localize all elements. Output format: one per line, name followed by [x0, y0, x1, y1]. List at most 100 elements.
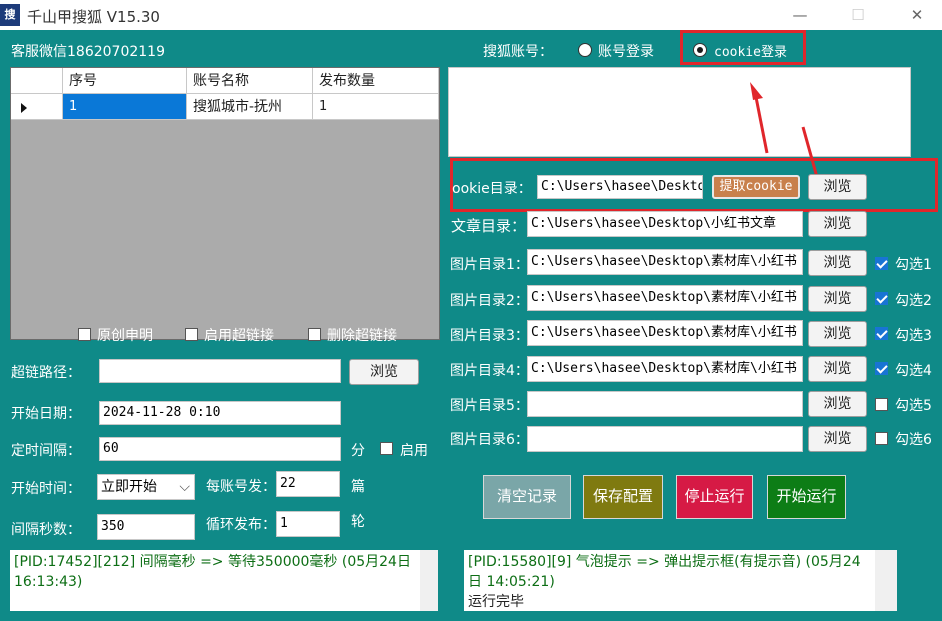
contact-label: 客服微信18620702119 — [11, 44, 165, 60]
save-config-button[interactable]: 保存配置 — [583, 475, 663, 519]
loop-input[interactable]: 1 — [276, 511, 340, 537]
per-account-unit: 篇 — [351, 479, 365, 495]
image-dir-2-input[interactable]: C:\Users\hasee\Desktop\素材库\小红书 — [527, 285, 803, 311]
grid-header-count[interactable]: 发布数量 — [313, 68, 439, 94]
cookie-textarea[interactable] — [448, 67, 911, 157]
interval-input[interactable]: 60 — [99, 437, 341, 461]
start-time-select[interactable]: 立即开始 ⌵ — [97, 474, 195, 500]
table-row[interactable]: 1 搜狐城市-抚州 1 — [11, 94, 439, 120]
right-log-status: 运行完毕 — [468, 594, 524, 610]
image-dir-6-checkbox[interactable] — [875, 432, 888, 445]
stop-button[interactable]: 停止运行 — [676, 475, 753, 519]
image-dir-2-check-label: 勾选2 — [895, 293, 932, 309]
left-log-box[interactable]: [PID:17452][212] 间隔毫秒 => 等待350000毫秒 (05月… — [10, 550, 438, 611]
image-dir-5-checkbox[interactable] — [875, 398, 888, 411]
image-dir-4-browse-button[interactable]: 浏览 — [808, 356, 867, 382]
image-dir-3-label: 图片目录3： — [450, 328, 529, 344]
link-path-input[interactable] — [99, 359, 341, 383]
image-dir-6-check-label: 勾选6 — [895, 432, 932, 448]
grid-header-index[interactable]: 序号 — [63, 68, 187, 94]
image-dir-3-check-label: 勾选3 — [895, 328, 932, 344]
cookie-dir-input[interactable]: C:\Users\hasee\Desktop — [537, 175, 703, 199]
start-time-label: 开始时间： — [11, 481, 81, 497]
row-selector-arrow-icon — [11, 94, 63, 120]
image-dir-1-browse-button[interactable]: 浏览 — [808, 250, 867, 276]
start-button[interactable]: 开始运行 — [767, 475, 846, 519]
right-log-scrollbar[interactable] — [875, 550, 897, 611]
image-dir-2-label: 图片目录2： — [450, 293, 529, 309]
image-dir-4-label: 图片目录4： — [450, 363, 529, 379]
loop-unit: 轮 — [351, 514, 365, 530]
original-checkbox[interactable] — [78, 328, 91, 341]
cookie-dir-browse-button[interactable]: 浏览 — [808, 174, 867, 200]
maximize-button[interactable]: ☐ — [843, 4, 873, 26]
image-dir-4-input[interactable]: C:\Users\hasee\Desktop\素材库\小红书 — [527, 356, 803, 382]
password-login-radio[interactable] — [578, 43, 592, 57]
title-bar: 搜 千山甲搜狐 V15.30 — ☐ ✕ — [0, 0, 942, 30]
window-title: 千山甲搜狐 V15.30 — [27, 8, 160, 26]
image-dir-3-input[interactable]: C:\Users\hasee\Desktop\素材库\小红书 — [527, 320, 803, 346]
interval-label: 定时间隔： — [11, 443, 81, 459]
hyperlink-checkbox[interactable] — [185, 328, 198, 341]
left-log-scrollbar[interactable] — [420, 550, 438, 611]
row-count-cell[interactable]: 1 — [313, 94, 439, 120]
account-grid[interactable]: 序号 账号名称 发布数量 1 搜狐城市-抚州 1 — [10, 67, 440, 340]
start-date-input[interactable]: 2024-11-28 0:10 — [99, 401, 341, 425]
cookie-dir-label: ookie目录： — [452, 181, 532, 197]
image-dir-1-input[interactable]: C:\Users\hasee\Desktop\素材库\小红书 — [527, 249, 803, 275]
password-login-label: 账号登录 — [598, 44, 654, 60]
image-dir-6-input[interactable] — [527, 426, 803, 452]
grid-corner — [11, 68, 63, 94]
image-dir-5-browse-button[interactable]: 浏览 — [808, 391, 867, 417]
image-dir-6-label: 图片目录6： — [450, 432, 529, 448]
image-dir-6-browse-button[interactable]: 浏览 — [808, 426, 867, 452]
account-label: 搜狐账号： — [483, 44, 553, 60]
link-path-label: 超链路径： — [11, 365, 81, 381]
delete-link-label: 删除超链接 — [327, 328, 397, 344]
image-dir-2-browse-button[interactable]: 浏览 — [808, 286, 867, 312]
main-panel: 客服微信18620702119 序号 账号名称 发布数量 1 搜狐城市-抚州 1… — [0, 30, 942, 621]
article-dir-browse-button[interactable]: 浏览 — [808, 211, 867, 237]
image-dir-5-check-label: 勾选5 — [895, 398, 932, 414]
delete-link-checkbox[interactable] — [308, 328, 321, 341]
image-dir-2-checkbox[interactable] — [875, 292, 888, 305]
image-dir-4-checkbox[interactable] — [875, 362, 888, 375]
interval-enable-label: 启用 — [400, 443, 428, 459]
interval-seconds-input[interactable]: 350 — [97, 514, 195, 540]
article-dir-label: 文章目录： — [451, 217, 527, 235]
image-dir-1-check-label: 勾选1 — [895, 257, 932, 273]
chevron-down-icon: ⌵ — [179, 479, 190, 495]
row-name-cell[interactable]: 搜狐城市-抚州 — [187, 94, 313, 120]
right-log-box[interactable]: [PID:15580][9] 气泡提示 => 弹出提示框(有提示音) (05月2… — [464, 550, 897, 611]
right-log-line: [PID:15580][9] 气泡提示 => 弹出提示框(有提示音) (05月2… — [468, 554, 861, 590]
per-account-label: 每账号发： — [206, 479, 276, 495]
clear-log-button[interactable]: 清空记录 — [483, 475, 571, 519]
minimize-button[interactable]: — — [785, 4, 815, 26]
hyperlink-label: 启用超链接 — [204, 328, 274, 344]
extract-cookie-button[interactable]: 提取cookie — [712, 175, 800, 199]
row-index-cell[interactable]: 1 — [63, 94, 187, 120]
image-dir-5-label: 图片目录5： — [450, 398, 529, 414]
original-label: 原创申明 — [97, 328, 153, 344]
left-log-line: [PID:17452][212] 间隔毫秒 => 等待350000毫秒 (05月… — [14, 554, 411, 590]
image-dir-3-browse-button[interactable]: 浏览 — [808, 321, 867, 347]
app-logo-icon: 搜 — [0, 4, 20, 26]
grid-header-name[interactable]: 账号名称 — [187, 68, 313, 94]
interval-unit: 分 — [351, 443, 365, 459]
image-dir-4-check-label: 勾选4 — [895, 363, 932, 379]
app-window: 搜 千山甲搜狐 V15.30 — ☐ ✕ 客服微信18620702119 序号 … — [0, 0, 942, 621]
article-dir-input[interactable]: C:\Users\hasee\Desktop\小红书文章 — [527, 211, 803, 237]
start-date-label: 开始日期： — [11, 406, 81, 422]
start-time-value: 立即开始 — [101, 479, 157, 495]
interval-seconds-label: 间隔秒数： — [11, 522, 81, 538]
image-dir-1-label: 图片目录1： — [450, 257, 529, 273]
link-path-browse-button[interactable]: 浏览 — [349, 359, 419, 385]
per-account-input[interactable]: 22 — [276, 471, 340, 497]
image-dir-5-input[interactable] — [527, 391, 803, 417]
grid-header: 序号 账号名称 发布数量 — [11, 68, 439, 94]
image-dir-1-checkbox[interactable] — [875, 257, 888, 270]
close-button[interactable]: ✕ — [902, 4, 932, 26]
loop-label: 循环发布： — [206, 517, 276, 533]
interval-enable-checkbox[interactable] — [380, 442, 393, 455]
image-dir-3-checkbox[interactable] — [875, 327, 888, 340]
